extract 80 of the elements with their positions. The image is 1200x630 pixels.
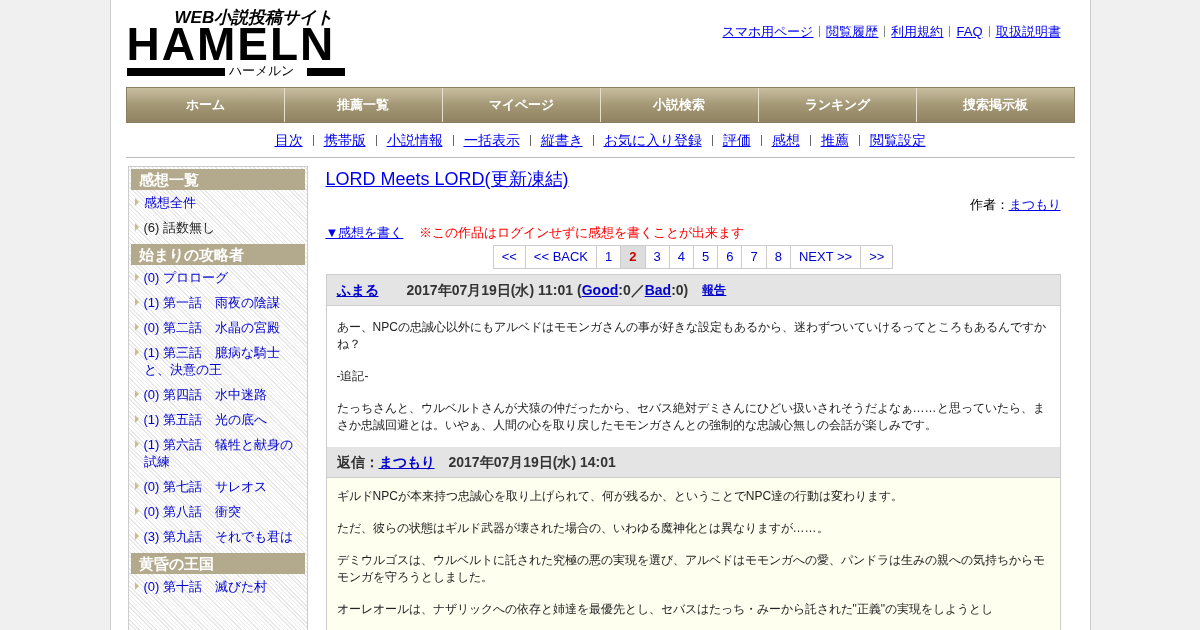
episode-link[interactable]: (3) 第九話 それでも君は — [143, 528, 293, 545]
sidebar-heading: 感想一覧 — [130, 169, 305, 190]
bullet-icon — [134, 198, 139, 206]
novel-menu-link[interactable]: 閲覧設定 — [869, 129, 926, 151]
episode-link[interactable]: (0) 第八話 衝突 — [143, 503, 241, 520]
bullet-icon — [134, 298, 139, 306]
reply-paragraph: ギルドNPCが本来持つ忠誠心を取り上げられて、何が残るか、ということでNPC達の行動は変わります。 — [336, 488, 905, 505]
novel-menu-link[interactable]: 縦書き — [540, 129, 583, 151]
comment-paragraph: あー、NPCの忠誠心以外にもアルベドはモモンガさんの事が好きな設定もあるから、迷わずついていけるってところもあるんですかね？ — [336, 319, 1047, 353]
page-link[interactable]: >> — [861, 245, 894, 269]
page-link[interactable]: 2 — [621, 245, 646, 269]
episode-link[interactable]: (1) 第一話 雨夜の陰謀 — [143, 294, 280, 311]
page-link[interactable]: << — [493, 245, 526, 269]
episode-link[interactable]: (0) プロローグ — [143, 269, 228, 286]
header-link[interactable]: 利用規約 — [891, 22, 944, 42]
bullet-icon — [134, 415, 139, 423]
novel-menu-link[interactable]: 評価 — [722, 129, 751, 151]
page-link[interactable]: 3 — [645, 245, 670, 269]
comment-paragraph: -追記- — [336, 368, 370, 385]
bad-count: :0) — [671, 280, 689, 300]
bullet-icon — [134, 390, 139, 398]
novel-title-link[interactable]: LORD Meets LORD(更新凍結) — [325, 169, 569, 189]
novel-menu-link[interactable]: 目次 — [274, 129, 303, 151]
page-link[interactable]: 6 — [718, 245, 743, 269]
bullet-icon — [134, 532, 139, 540]
page-link[interactable]: << BACK — [525, 245, 598, 269]
episode-link[interactable]: (0) 第四話 水中迷路 — [143, 386, 267, 403]
bullet-icon — [134, 482, 139, 490]
reply-date: 2017年07月19日(水) 14:01 — [448, 452, 616, 472]
episode-link[interactable]: (0) 第七話 サレオス — [143, 478, 267, 495]
open-paren: ( — [577, 280, 582, 300]
page-link[interactable]: 5 — [694, 245, 719, 269]
bullet-icon — [134, 223, 139, 231]
page-link[interactable]: 1 — [597, 245, 622, 269]
reply-author-link[interactable]: まつもり — [378, 451, 435, 473]
sidebar-text: (6) 話数無し — [143, 219, 215, 236]
episode-link[interactable]: (1) 第五話 光の底へ — [143, 411, 267, 428]
episode-link[interactable]: 感想全件 — [143, 194, 196, 211]
novel-menu-link[interactable]: 推薦 — [820, 129, 849, 151]
comment-date: 2017年07月19日(水) 11:01 — [406, 280, 574, 300]
report-link[interactable]: 報告 — [702, 281, 727, 299]
good-count: :0／ — [618, 280, 645, 300]
episode-link[interactable]: (1) 第三話 臆病な騎士と、決意の王 — [143, 344, 296, 378]
bullet-icon — [134, 507, 139, 515]
page-link[interactable]: 4 — [669, 245, 694, 269]
bullet-icon — [134, 348, 139, 356]
header-link[interactable]: 閲覧履歴 — [826, 22, 879, 42]
reply-paragraph: デミウルゴスは、ウルベルトに託された究極の悪の実現を選び、アルベドはモモンガへの愛、パンドラは生みの親への気持ちからモモンガを守ろうとしました。 — [336, 552, 1046, 586]
bad-link[interactable]: Bad — [644, 279, 672, 301]
header-link[interactable]: スマホ用ページ — [722, 22, 814, 42]
bullet-icon — [134, 323, 139, 331]
commenter-link[interactable]: ふまる — [336, 279, 379, 301]
page-link[interactable]: 8 — [766, 245, 791, 269]
bullet-icon — [134, 273, 139, 281]
logo-bar — [306, 68, 345, 76]
page-link[interactable]: NEXT >> — [790, 245, 862, 269]
reply-paragraph: ただ、彼らの状態はギルド武器が壊された場合の、いわゆる魔神化とは異なりますが……。 — [336, 520, 830, 537]
novel-menu-link[interactable]: 感想 — [771, 129, 800, 151]
novel-menu-link[interactable]: お気に入り登録 — [603, 129, 702, 151]
novel-menu-link[interactable]: 一括表示 — [463, 129, 520, 151]
episode-link[interactable]: (0) 第二話 水晶の宮殿 — [143, 319, 280, 336]
author-link[interactable]: まつもり — [1008, 195, 1061, 215]
header-link[interactable]: FAQ — [956, 22, 983, 42]
notice-text: ※この作品はログインせずに感想を書くことが出来ます — [419, 223, 745, 242]
page-link[interactable]: 7 — [742, 245, 767, 269]
author-label: 作者： — [969, 196, 1009, 214]
header-link[interactable]: 取扱説明書 — [995, 22, 1061, 42]
logo-kana: ハーメルン — [226, 63, 296, 78]
sidebar-heading: 黄昏の王国 — [130, 553, 305, 574]
bullet-icon — [134, 440, 139, 448]
novel-menu-link[interactable]: 小説情報 — [386, 129, 443, 151]
novel-menu-link[interactable]: 携帯版 — [323, 129, 366, 151]
bullet-icon — [134, 582, 139, 590]
sidebar-heading: 始まりの攻略者 — [130, 244, 305, 265]
episode-link[interactable]: (1) 第六話 犠牲と献身の試練 — [143, 436, 296, 470]
episode-link[interactable]: (0) 第十話 滅びた村 — [143, 578, 267, 595]
reply-label: 返信： — [336, 452, 379, 472]
reply-paragraph: オーレオールは、ナザリックへの依存と姉達を最優先とし、セバスはたっち・みーから託された"正義"の実現をしようとし — [336, 601, 995, 618]
comment-paragraph: たっちさんと、ウルベルトさんが犬猿の仲だったから、セバス絶対デミさんにひどい扱いされそうだよなぁ……と思っていたら、まさか忠誠回避とは。いやぁ、人間の心を取り戻したモモンガさんとの強制的な忠誠心無しの会話が楽しみです。 — [336, 400, 1046, 434]
write-review-link[interactable]: ▼感想を書く — [325, 222, 404, 242]
